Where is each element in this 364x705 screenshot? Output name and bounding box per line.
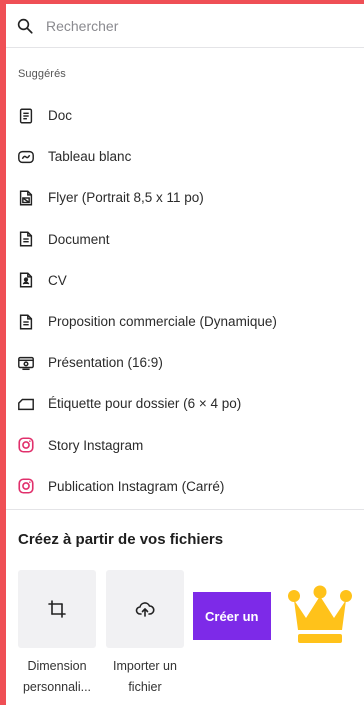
suggestion-proposal[interactable]: Proposition commerciale (Dynamique): [6, 301, 364, 342]
suggestion-label: Story Instagram: [48, 437, 144, 453]
presentation-icon: [16, 353, 36, 373]
suggestion-resume[interactable]: CV: [6, 260, 364, 301]
suggested-heading: Suggérés: [18, 68, 66, 80]
custom-size-caption: Dimension personnali...: [22, 659, 92, 694]
create-design-panel: Suggérés Doc Tableau blanc Flyer (Portra…: [6, 4, 364, 705]
suggestion-whiteboard[interactable]: Tableau blanc: [6, 136, 364, 177]
suggestion-label: Proposition commerciale (Dynamique): [48, 314, 277, 330]
suggestion-label: CV: [48, 272, 67, 288]
files-heading: Créez à partir de vos fichiers: [18, 531, 224, 548]
suggestion-instagram-post[interactable]: Publication Instagram (Carré): [6, 466, 364, 507]
flyer-icon: [16, 188, 36, 208]
suggestion-label: Doc: [48, 108, 73, 124]
suggestion-folder-label[interactable]: Étiquette pour dossier (6 × 4 po): [6, 383, 364, 424]
suggestion-label: Tableau blanc: [48, 149, 132, 165]
proposal-icon: [16, 312, 36, 332]
suggestion-instagram-story[interactable]: Story Instagram: [6, 425, 364, 466]
section-divider: [6, 509, 364, 510]
search-icon: [17, 18, 33, 34]
doc-icon: [16, 106, 36, 126]
suggestion-label: Publication Instagram (Carré): [48, 478, 225, 494]
cloud-upload-icon: [135, 602, 155, 617]
suggestion-flyer[interactable]: Flyer (Portrait 8,5 x 11 po): [6, 177, 364, 218]
file-options: Dimension personnali... Importer un fich…: [18, 570, 364, 705]
suggested-list: Doc Tableau blanc Flyer (Portrait 8,5 x …: [6, 95, 364, 507]
suggestion-label: Étiquette pour dossier (6 × 4 po): [48, 396, 242, 412]
import-file-caption: Importer un fichier: [113, 659, 177, 694]
resume-icon: [16, 270, 36, 290]
folder-label-icon: [16, 394, 36, 414]
search-bar[interactable]: [6, 4, 364, 48]
crop-icon: [48, 600, 66, 618]
whiteboard-icon: [16, 147, 36, 167]
suggestion-doc[interactable]: Doc: [6, 95, 364, 136]
suggestion-label: Document: [48, 231, 110, 247]
search-input[interactable]: [46, 17, 346, 34]
create-button[interactable]: Créer un: [193, 592, 271, 640]
crown-icon: [288, 585, 352, 643]
suggestion-document[interactable]: Document: [6, 219, 364, 260]
suggestion-presentation[interactable]: Présentation (16:9): [6, 342, 364, 383]
suggestion-label: Présentation (16:9): [48, 355, 163, 371]
instagram-icon: [16, 476, 36, 496]
import-file-button[interactable]: [106, 570, 184, 648]
custom-size-button[interactable]: [18, 570, 96, 648]
suggestion-label: Flyer (Portrait 8,5 x 11 po): [48, 190, 204, 206]
document-icon: [16, 229, 36, 249]
instagram-icon: [16, 435, 36, 455]
